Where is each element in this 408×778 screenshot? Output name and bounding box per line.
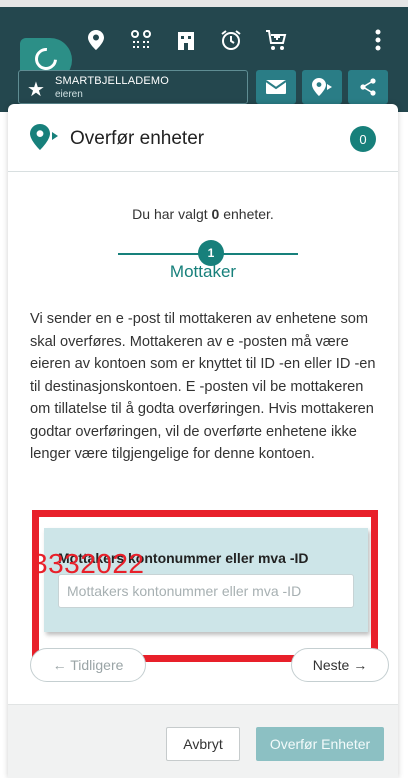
mail-icon[interactable] bbox=[256, 70, 296, 104]
next-button[interactable]: Neste → bbox=[291, 648, 389, 682]
top-app-bar: ★ SMARTBJELLADEMO eieren bbox=[0, 0, 408, 112]
recipient-field-panel: Mottakers kontonummer eller mva -ID bbox=[44, 528, 368, 632]
transfer-units-button[interactable]: Overfør Enheter bbox=[256, 727, 384, 761]
location-arrow-icon bbox=[30, 124, 58, 150]
step-label: Mottaker bbox=[169, 262, 237, 281]
dialog-header: Overfør enheter 0 bbox=[8, 104, 398, 172]
transfer-dialog: Overfør enheter 0 Du har valgt 0 enheter… bbox=[8, 104, 398, 778]
recipient-id-input[interactable] bbox=[58, 574, 354, 608]
account-role: eieren bbox=[55, 89, 83, 100]
previous-button[interactable]: ← Tidligere bbox=[30, 648, 146, 682]
dialog-footer: Avbryt Overfør Enheter bbox=[8, 704, 398, 778]
selection-info-prefix: Du har valgt bbox=[132, 206, 212, 222]
account-row: ★ SMARTBJELLADEMO eieren bbox=[0, 70, 408, 106]
selection-info-suffix: enheter. bbox=[219, 206, 274, 222]
dialog-title: Overfør enheter bbox=[70, 128, 205, 149]
status-strip bbox=[0, 0, 408, 7]
cart-icon[interactable] bbox=[258, 22, 294, 58]
instruction-text: Vi sender en e -post til mottakeren av e… bbox=[30, 311, 376, 462]
more-vertical-icon[interactable] bbox=[360, 22, 396, 58]
star-icon: ★ bbox=[27, 79, 45, 101]
account-name: SMARTBJELLADEMO bbox=[55, 75, 170, 87]
route-icon[interactable] bbox=[123, 22, 159, 58]
location-pin-icon[interactable] bbox=[78, 22, 114, 58]
account-selector[interactable]: ★ SMARTBJELLADEMO eieren bbox=[18, 70, 248, 104]
recipient-field-label: Mottakers kontonummer eller mva -ID bbox=[58, 550, 309, 566]
building-icon[interactable] bbox=[168, 22, 204, 58]
selection-info: Du har valgt 0 enheter. bbox=[8, 206, 398, 222]
alarm-icon[interactable] bbox=[213, 22, 249, 58]
share-icon[interactable] bbox=[348, 70, 388, 104]
selected-count-badge: 0 bbox=[350, 126, 376, 152]
icon-toolbar bbox=[0, 22, 408, 82]
location-arrow-icon[interactable] bbox=[302, 70, 342, 104]
cancel-button[interactable]: Avbryt bbox=[166, 727, 240, 761]
